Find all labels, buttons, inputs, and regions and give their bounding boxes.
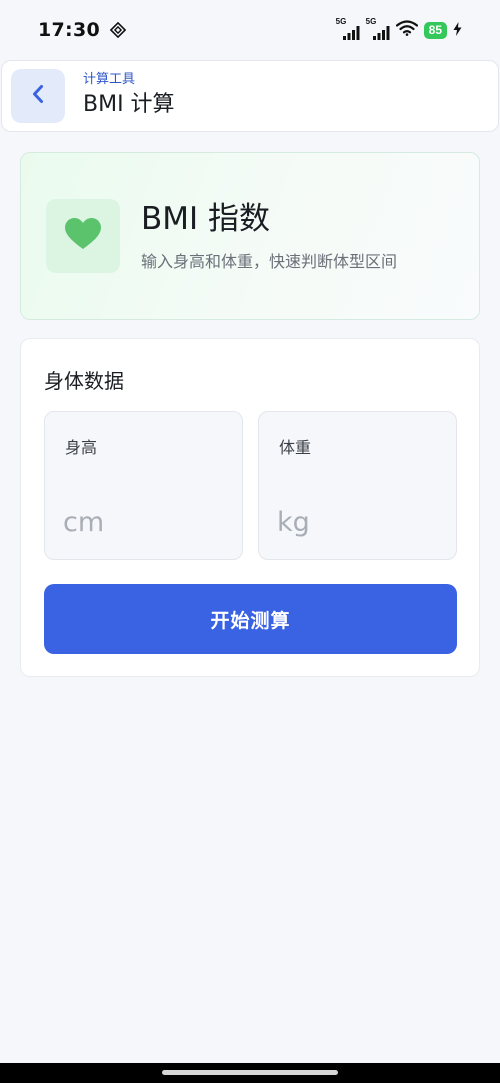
back-button[interactable] <box>11 69 65 123</box>
status-bar: 17:30 5G 5G 85 <box>0 0 500 60</box>
status-right: 5G 5G 85 <box>335 17 462 40</box>
body-data-form: 身体数据 身高 体重 开始测算 <box>20 338 480 677</box>
cellular-signal-icon: 5G <box>335 17 360 40</box>
bmi-intro-card: BMI 指数 输入身高和体重，快速判断体型区间 <box>20 152 480 320</box>
cellular-signal-icon: 5G <box>365 17 390 40</box>
header-subtitle: 计算工具 <box>83 72 136 87</box>
intro-title: BMI 指数 <box>141 201 271 237</box>
heart-icon <box>65 218 101 254</box>
heart-icon-box <box>46 199 120 273</box>
weight-input[interactable] <box>277 500 437 544</box>
chevron-left-icon <box>30 83 46 109</box>
nfc-icon <box>109 22 126 38</box>
height-label: 身高 <box>65 438 98 457</box>
weight-field[interactable]: 体重 <box>258 411 457 560</box>
status-time: 17:30 <box>38 19 100 41</box>
wifi-icon <box>395 20 418 40</box>
status-left: 17:30 <box>38 19 126 41</box>
network-type-label: 5G <box>335 17 347 26</box>
height-input[interactable] <box>63 500 223 544</box>
header-text: 计算工具 BMI 计算 <box>83 72 175 120</box>
page-title: BMI 计算 <box>83 92 175 117</box>
system-nav-bar <box>0 1063 500 1083</box>
form-title: 身体数据 <box>44 369 124 393</box>
network-type-label: 5G <box>365 17 377 26</box>
home-indicator[interactable] <box>162 1070 338 1075</box>
start-calculation-button[interactable]: 开始测算 <box>44 584 457 654</box>
app-header: 计算工具 BMI 计算 <box>1 60 499 132</box>
charging-icon <box>453 21 462 40</box>
battery-level: 85 <box>423 21 447 39</box>
intro-description: 输入身高和体重，快速判断体型区间 <box>141 252 398 271</box>
height-field[interactable]: 身高 <box>44 411 243 560</box>
intro-text: BMI 指数 输入身高和体重，快速判断体型区间 <box>141 199 397 273</box>
weight-label: 体重 <box>279 438 312 457</box>
